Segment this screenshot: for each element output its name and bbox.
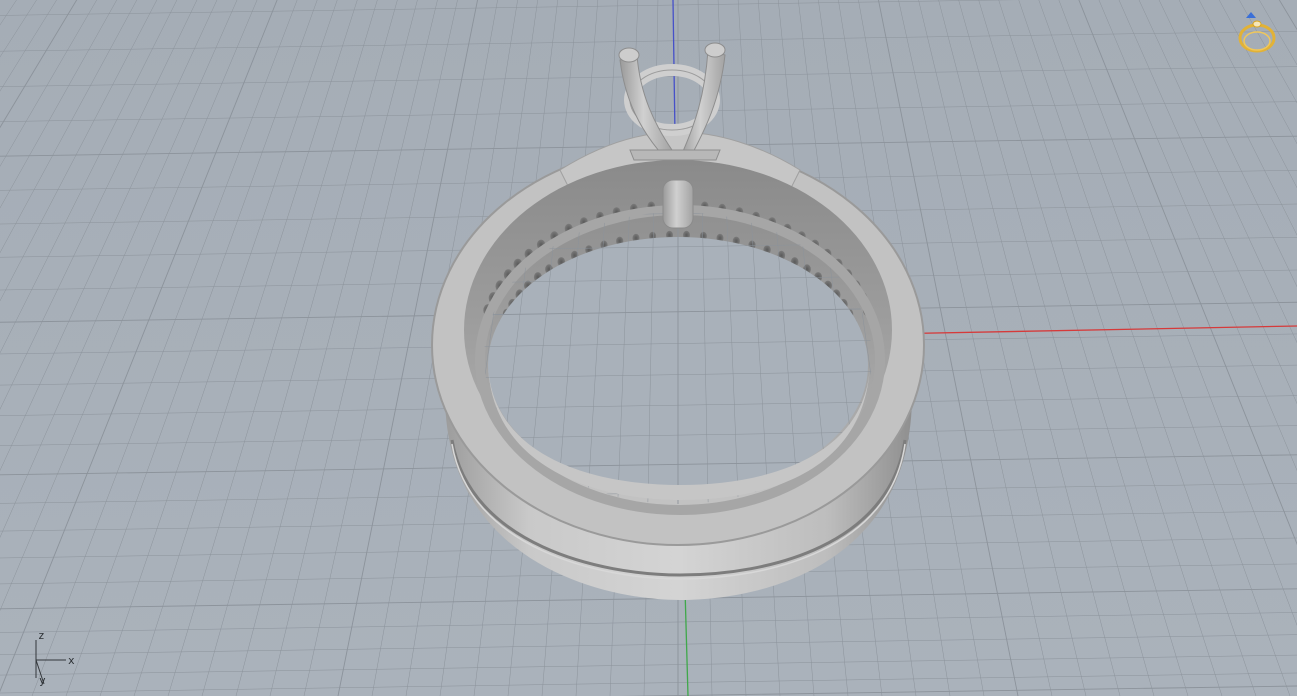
grid-line: [0, 634, 1297, 655]
grid-line: [0, 30, 1297, 52]
perspective-viewport[interactable]: z x y: [0, 0, 1297, 696]
grid-line: [0, 654, 1297, 676]
viewport-canvas[interactable]: z x y: [0, 0, 1297, 696]
x-axis-label: x: [68, 654, 75, 667]
grid-line: [0, 686, 1297, 696]
grid-line: [0, 672, 1297, 694]
y-axis-label: y: [39, 674, 46, 687]
z-axis-label: z: [38, 629, 45, 642]
axis-indicator: z x y: [35, 629, 75, 687]
grid-line: [619, 685, 1297, 696]
